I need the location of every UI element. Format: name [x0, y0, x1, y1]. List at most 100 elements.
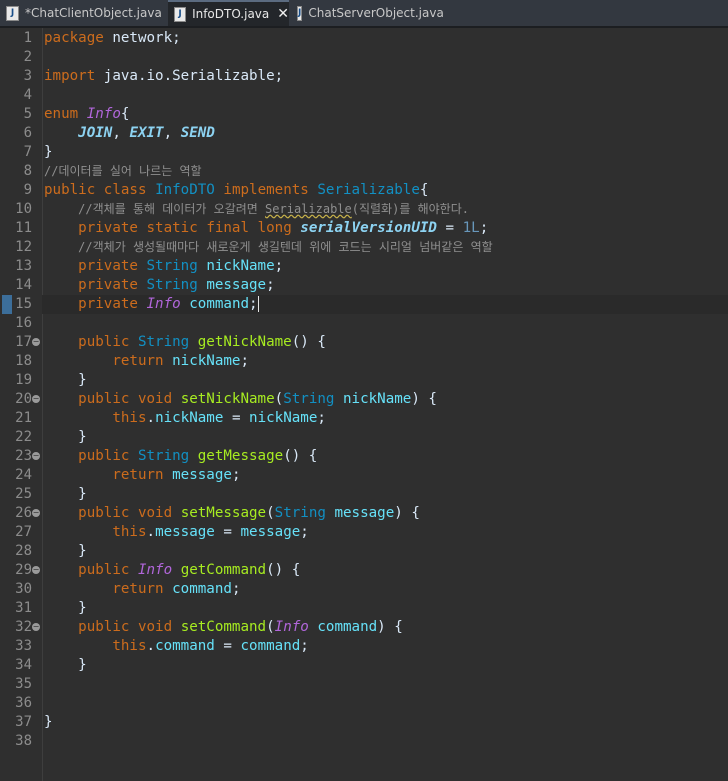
tab-label: ChatServerObject.java — [308, 6, 444, 20]
code-token: public — [78, 619, 130, 635]
line-number: 3 — [23, 68, 32, 84]
code-line-row[interactable]: public String getMessage() { — [42, 447, 728, 466]
code-token: ) { — [377, 619, 403, 635]
line-number: 2 — [23, 49, 32, 65]
code-line-row[interactable]: JOIN, EXIT, SEND — [42, 124, 728, 143]
code-token: public — [78, 505, 130, 521]
line-number: 13 — [15, 258, 32, 274]
line-number: 12 — [15, 239, 32, 255]
code-line-row[interactable]: return command; — [42, 580, 728, 599]
code-line-row[interactable]: public void setNickName(String nickName)… — [42, 390, 728, 409]
code-line-row[interactable]: private String nickName; — [42, 257, 728, 276]
code-token: this — [112, 410, 147, 426]
code-token: command — [317, 619, 378, 635]
tab-chatserverobject[interactable]: J ChatServerObject.java — [291, 0, 444, 26]
code-token: public — [78, 448, 130, 464]
code-token: command — [189, 296, 250, 312]
line-number-row: 14 — [0, 276, 42, 295]
code-token: return — [112, 353, 164, 369]
code-line-row[interactable]: this.command = command; — [42, 637, 728, 656]
code-line-row[interactable]: } — [42, 656, 728, 675]
line-number: 26 — [15, 505, 32, 521]
tab-chatclientobject[interactable]: J *ChatClientObject.java — [0, 0, 166, 26]
collapse-fold-icon[interactable]: − — [32, 623, 40, 631]
collapse-fold-icon[interactable]: − — [32, 338, 40, 346]
collapse-fold-icon[interactable]: − — [32, 452, 40, 460]
code-line-row[interactable]: } — [42, 485, 728, 504]
line-number: 22 — [15, 429, 32, 445]
code-line-row[interactable]: public class InfoDTO implements Serializ… — [42, 181, 728, 200]
code-line: private String message; — [44, 276, 274, 295]
code-line-row[interactable]: return nickName; — [42, 352, 728, 371]
code-line-row[interactable]: public String getNickName() { — [42, 333, 728, 352]
code-line-row[interactable] — [42, 48, 728, 67]
code-line-row[interactable]: enum Info{ — [42, 105, 728, 124]
line-number: 11 — [15, 220, 32, 236]
code-line-row[interactable]: package network; — [42, 29, 728, 48]
code-editor[interactable]: 1 2 3 4 5 6 7 8 9 10 11 12 13 14 15 16 17−18 19 20−21 22 23−… — [0, 28, 728, 781]
tab-infodto[interactable]: J InfoDTO.java ✕ — [168, 0, 289, 26]
code-line-row[interactable]: //객체가 생성될때마다 새로운게 생길텐데 위에 코드는 시리얼 넘버같은 역… — [42, 238, 728, 257]
code-token: getMessage — [197, 448, 284, 464]
code-token: long — [257, 220, 292, 236]
code-line-row[interactable]: } — [42, 371, 728, 390]
collapse-fold-icon[interactable]: − — [32, 395, 40, 403]
line-number-row: 8 — [0, 162, 42, 181]
code-token: ; — [479, 220, 489, 236]
text-cursor — [257, 296, 259, 312]
code-line-row[interactable] — [42, 732, 728, 751]
code-line-row[interactable] — [42, 675, 728, 694]
code-line: } — [44, 143, 53, 162]
line-number: 5 — [23, 106, 32, 122]
line-number: 29 — [15, 562, 32, 578]
line-number-row: 33 — [0, 637, 42, 656]
collapse-fold-icon[interactable]: − — [32, 566, 40, 574]
code-line-row[interactable]: private static final long serialVersionU… — [42, 219, 728, 238]
code-line-row[interactable]: //객체를 통해 데이터가 오갈려면 Serializable(직렬화)를 해야… — [42, 200, 728, 219]
code-line-row[interactable]: public Info getCommand() { — [42, 561, 728, 580]
code-line: package network; — [44, 29, 181, 48]
line-number: 31 — [15, 600, 32, 616]
code-token: //데이터를 실어 나르는 역할 — [44, 164, 202, 178]
code-line-row[interactable]: //데이터를 실어 나르는 역할 — [42, 162, 728, 181]
code-token: void — [137, 391, 173, 407]
code-line-row[interactable]: return message; — [42, 466, 728, 485]
code-line-row[interactable]: this.nickName = nickName; — [42, 409, 728, 428]
code-line-row[interactable]: public void setCommand(Info command) { — [42, 618, 728, 637]
line-number-row: 35 — [0, 675, 42, 694]
code-line: private static final long serialVersionU… — [44, 219, 488, 238]
close-tab-icon[interactable]: ✕ — [277, 6, 289, 22]
code-line-row[interactable]: import java.io.Serializable; — [42, 67, 728, 86]
code-line-row[interactable]: private String message; — [42, 276, 728, 295]
code-line-row[interactable]: } — [42, 143, 728, 162]
code-line-row[interactable]: } — [42, 599, 728, 618]
line-number: 15 — [15, 296, 32, 312]
code-line-row[interactable]: } — [42, 428, 728, 447]
code-line-row[interactable]: } — [42, 542, 728, 561]
line-number: 16 — [15, 315, 32, 331]
code-line-row[interactable]: this.message = message; — [42, 523, 728, 542]
collapse-fold-icon[interactable]: − — [32, 509, 40, 517]
line-number-row: 4 — [0, 86, 42, 105]
line-number-row: 30 — [0, 580, 42, 599]
code-area[interactable]: package network; import java.io.Serializa… — [42, 28, 728, 781]
code-line: } — [44, 542, 87, 561]
line-number: 14 — [15, 277, 32, 293]
code-token: message — [334, 505, 395, 521]
code-line-row[interactable]: } — [42, 713, 728, 732]
code-line-row[interactable] — [42, 314, 728, 333]
code-line-row[interactable] — [42, 694, 728, 713]
code-line-row[interactable]: private Info command; — [42, 295, 728, 314]
code-token: ; — [231, 581, 241, 597]
line-number: 27 — [15, 524, 32, 540]
code-line-row[interactable]: public void setMessage(String message) { — [42, 504, 728, 523]
code-line-row[interactable] — [42, 86, 728, 105]
